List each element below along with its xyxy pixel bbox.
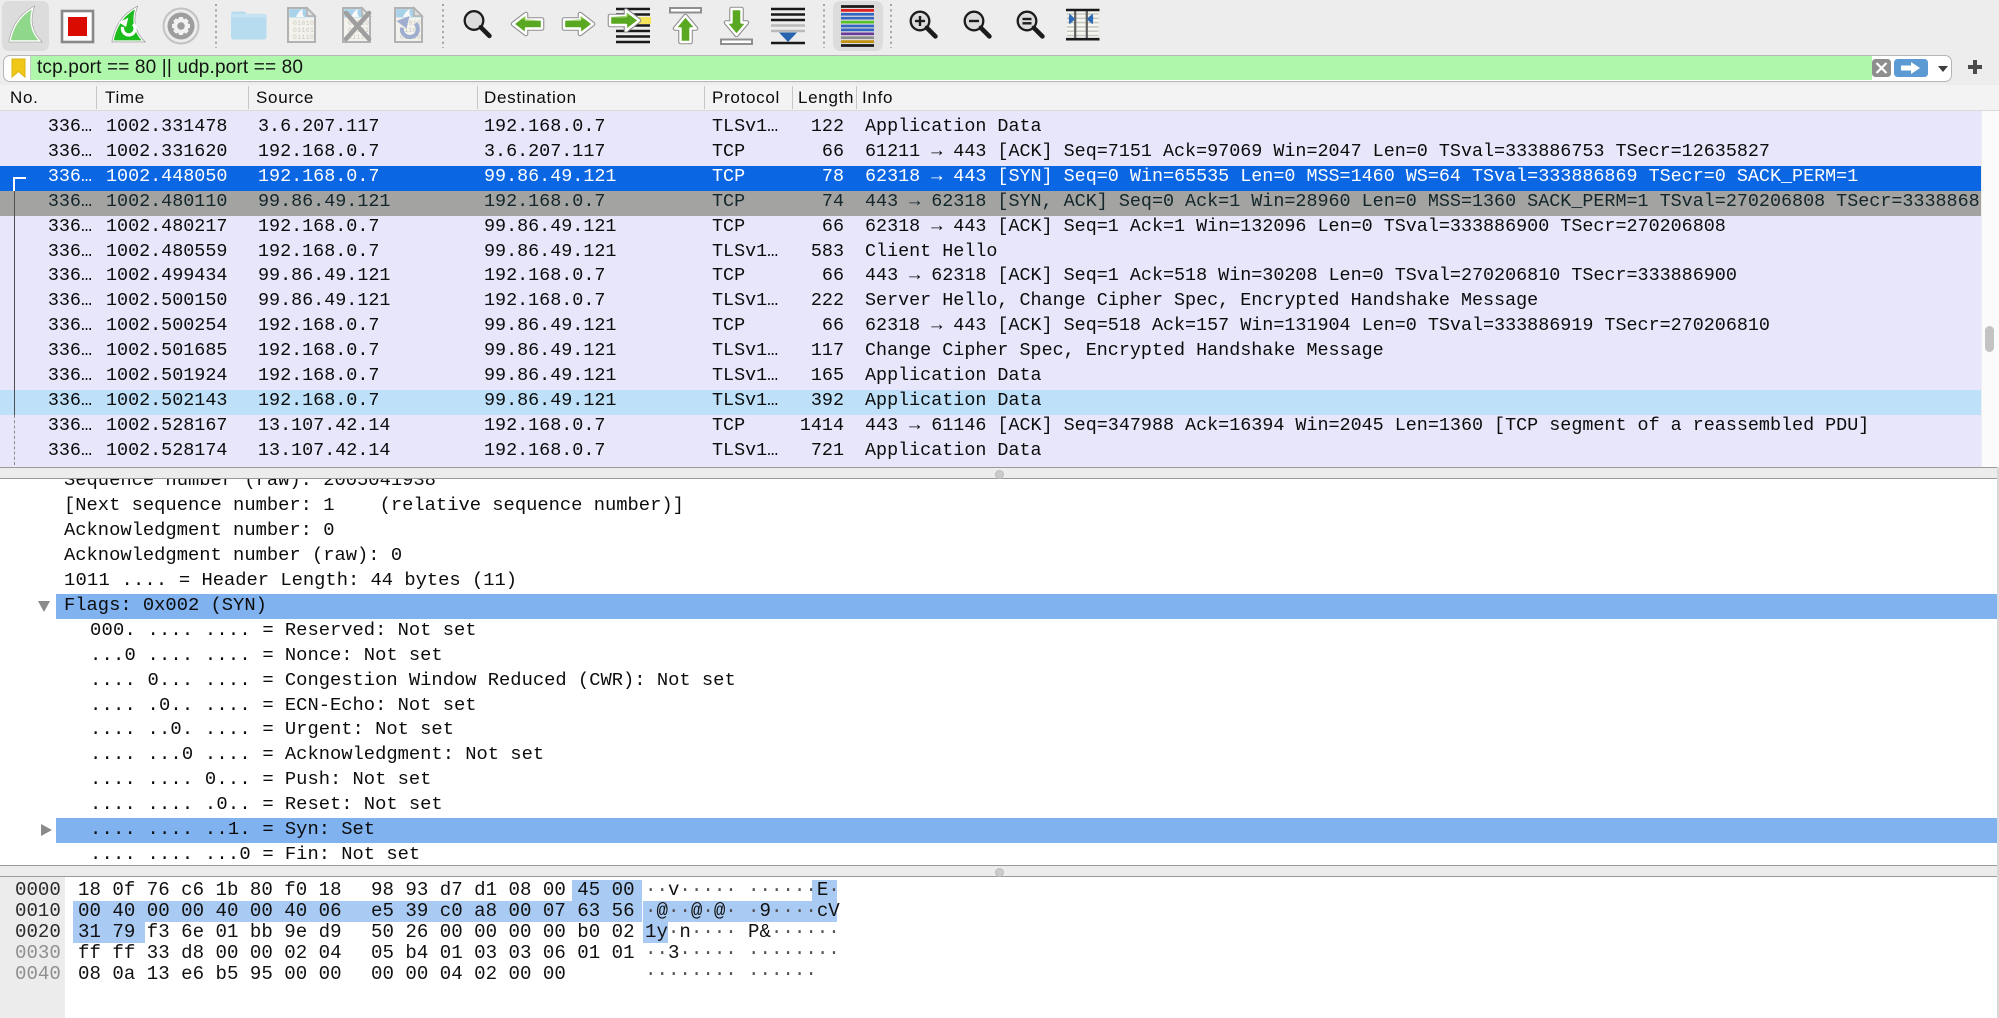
svg-text:01101: 01101 — [293, 27, 314, 34]
svg-text:01010: 01010 — [293, 20, 314, 27]
svg-text:01110: 01110 — [293, 34, 314, 41]
